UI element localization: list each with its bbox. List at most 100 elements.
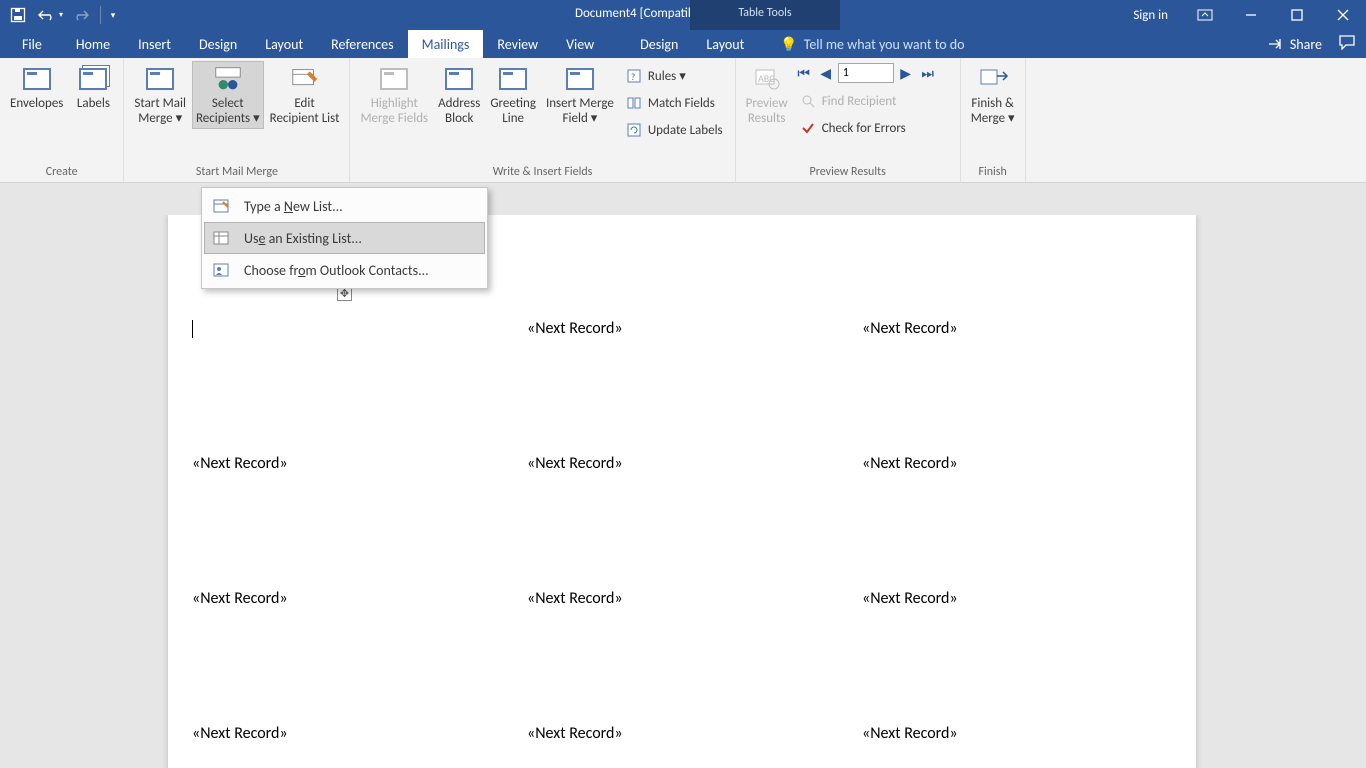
qat-customize[interactable]: ▾ <box>105 3 121 27</box>
svg-text:ABC: ABC <box>758 72 775 85</box>
group-preview-results: ABC Preview Results ⏮ ◀ ▶ ⏭ Find Recipie… <box>736 58 961 182</box>
tab-insert[interactable]: Insert <box>124 30 185 58</box>
qat-separator <box>100 6 101 24</box>
tab-home[interactable]: Home <box>62 30 124 58</box>
menu-use-existing-list-label: Use an Existing List... <box>244 230 362 247</box>
new-list-icon <box>212 198 230 214</box>
find-icon <box>800 93 816 109</box>
label-cell[interactable]: «Next Record» <box>523 577 858 712</box>
menu-outlook-contacts[interactable]: Choose from Outlook Contacts... <box>204 254 485 286</box>
highlight-icon <box>380 68 408 90</box>
labels-button[interactable]: Labels <box>69 61 117 114</box>
first-record-button[interactable]: ⏮ <box>794 63 814 83</box>
page[interactable]: ✥ «Next Record» «Next Record» «Next Reco… <box>168 215 1196 768</box>
tell-me-box[interactable]: 💡 Tell me what you want to do <box>780 30 964 58</box>
label-cell[interactable]: «Next Record» <box>858 712 1193 768</box>
address-block-icon <box>445 68 473 90</box>
group-label-start: Start Mail Merge <box>130 165 343 182</box>
edit-list-icon <box>289 63 321 95</box>
tab-mailings[interactable]: Mailings <box>408 30 484 58</box>
label-cell[interactable]: «Next Record» <box>188 712 523 768</box>
menu-outlook-contacts-label: Choose from Outlook Contacts... <box>244 262 429 279</box>
last-record-button[interactable]: ⏭ <box>918 63 938 83</box>
menu-type-new-list-label: Type a New List... <box>244 198 343 215</box>
group-label-preview: Preview Results <box>742 165 954 182</box>
group-create: Envelopes Labels Create <box>0 58 124 182</box>
check-errors-button[interactable]: Check for Errors <box>794 115 954 141</box>
next-record-button[interactable]: ▶ <box>896 63 916 83</box>
tab-file[interactable]: File <box>6 30 62 58</box>
update-labels-button[interactable]: Update Labels <box>620 117 729 143</box>
comment-icon <box>1338 34 1356 50</box>
undo-icon <box>37 8 57 22</box>
label-cell[interactable]: «Next Record» <box>188 442 523 577</box>
quick-access-toolbar: ▾ ▾ <box>0 0 125 30</box>
share-label: Share <box>1290 36 1322 53</box>
label-cell[interactable]: «Next Record» <box>858 442 1193 577</box>
labels-grid: «Next Record» «Next Record» «Next Record… <box>188 307 1193 768</box>
envelopes-button[interactable]: Envelopes <box>6 61 67 114</box>
maximize-button[interactable] <box>1274 0 1320 30</box>
label-cell[interactable] <box>188 307 523 442</box>
tab-references[interactable]: References <box>317 30 407 58</box>
save-button[interactable] <box>4 3 32 27</box>
ribbon-display-options[interactable] <box>1182 0 1228 30</box>
update-labels-icon <box>626 122 642 138</box>
close-icon <box>1337 9 1349 21</box>
minimize-button[interactable] <box>1228 0 1274 30</box>
label-cell[interactable]: «Next Record» <box>858 307 1193 442</box>
minimize-icon <box>1245 9 1257 21</box>
redo-button[interactable] <box>68 3 96 27</box>
ribbon-tabs: File Home Insert Design Layout Reference… <box>0 30 1366 58</box>
redo-icon <box>74 8 90 22</box>
save-icon <box>10 7 26 23</box>
prev-record-button[interactable]: ◀ <box>816 63 836 83</box>
tab-layout[interactable]: Layout <box>251 30 317 58</box>
recipients-icon <box>212 63 244 95</box>
label-cell[interactable]: «Next Record» <box>523 442 858 577</box>
share-button[interactable]: Share <box>1268 36 1322 53</box>
address-block-button[interactable]: Address Block <box>434 61 484 129</box>
greeting-line-button[interactable]: Greeting Line <box>486 61 540 129</box>
edit-recipient-list-button[interactable]: Edit Recipient List <box>266 61 344 129</box>
insert-merge-field-button[interactable]: Insert Merge Field ▾ <box>542 61 618 129</box>
match-fields-icon <box>626 95 642 111</box>
menu-type-new-list[interactable]: Type a New List... <box>204 190 485 222</box>
tab-table-layout[interactable]: Layout <box>692 30 758 58</box>
tab-design[interactable]: Design <box>185 30 251 58</box>
record-number-input[interactable] <box>838 63 894 83</box>
tab-review[interactable]: Review <box>483 30 552 58</box>
preview-results-button[interactable]: ABC Preview Results <box>742 61 792 129</box>
label-cell[interactable]: «Next Record» <box>523 712 858 768</box>
comments-button[interactable] <box>1338 34 1356 55</box>
tab-table-design[interactable]: Design <box>626 30 692 58</box>
group-label-write: Write & Insert Fields <box>356 165 728 182</box>
label-cell[interactable]: «Next Record» <box>188 577 523 712</box>
share-icon <box>1268 37 1284 51</box>
undo-button[interactable]: ▾ <box>36 3 64 27</box>
group-label-finish: Finish <box>967 165 1019 182</box>
close-button[interactable] <box>1320 0 1366 30</box>
match-fields-button[interactable]: Match Fields <box>620 90 729 116</box>
select-recipients-menu: Type a New List... Use an Existing List.… <box>201 187 488 289</box>
menu-use-existing-list[interactable]: Use an Existing List... <box>204 222 485 254</box>
finish-icon <box>977 63 1009 95</box>
tell-me-text: Tell me what you want to do <box>804 36 965 53</box>
outlook-contacts-icon <box>212 262 230 278</box>
sign-in-link[interactable]: Sign in <box>1119 0 1182 30</box>
highlight-merge-fields-button[interactable]: Highlight Merge Fields <box>356 61 432 129</box>
label-cell[interactable]: «Next Record» <box>858 577 1193 712</box>
start-mail-merge-button[interactable]: Start Mail Merge ▾ <box>130 61 190 129</box>
group-finish: Finish & Merge ▾ Finish <box>961 58 1026 182</box>
rules-button[interactable]: ? Rules ▾ <box>620 63 729 89</box>
select-recipients-button[interactable]: Select Recipients ▾ <box>192 61 264 129</box>
label-cell[interactable]: «Next Record» <box>523 307 858 442</box>
find-recipient-button[interactable]: Find Recipient <box>794 88 954 114</box>
document-area: ✥ «Next Record» «Next Record» «Next Reco… <box>0 215 1366 768</box>
mail-merge-icon <box>146 68 174 90</box>
group-label-create: Create <box>6 165 117 182</box>
group-write-insert: Highlight Merge Fields Address Block Gre… <box>350 58 735 182</box>
finish-merge-button[interactable]: Finish & Merge ▾ <box>967 61 1019 129</box>
svg-text:?: ? <box>631 72 635 83</box>
tab-view[interactable]: View <box>552 30 608 58</box>
